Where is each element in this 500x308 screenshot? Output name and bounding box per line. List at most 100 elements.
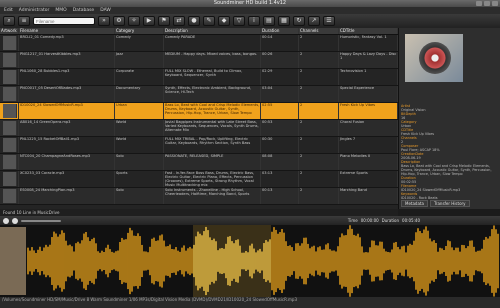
cell-cdtitle: Extreme Sports (339, 171, 398, 187)
close-button[interactable] (492, 1, 498, 6)
metadata-list: Artist Original Vision BitDepth 16 Category U… (401, 104, 497, 200)
cell-category: Solo (115, 188, 164, 204)
window-controls (476, 1, 498, 6)
chart-icon[interactable]: ▤ (263, 16, 275, 26)
table-row[interactable]: PNC0017_05 DesertOfBlades.mp3 Documentary… (0, 86, 398, 103)
info-icon[interactable]: i (248, 16, 260, 26)
export-icon[interactable]: ↗ (308, 16, 320, 26)
cell-description: MEDIUM - Happy days. Mixed voices, bass,… (164, 52, 261, 68)
album-thumb-icon (3, 87, 17, 101)
table-row[interactable]: ID10020_24 SlowedOffMusicR.mp3 Urban Bass … (0, 103, 398, 120)
play-icon[interactable]: ▶ (143, 16, 155, 26)
minimize-button[interactable] (476, 1, 482, 6)
col-description[interactable]: Description (164, 28, 261, 34)
waveform-svg[interactable] (0, 225, 500, 297)
cell-channels: 2 (299, 154, 339, 170)
time-value: 00:00:00 (360, 218, 379, 223)
table-row[interactable]: PNG1217_01 HarvestKibbles.mp3 Jazz MEDIUM … (0, 52, 398, 69)
menu-bar: Edit Administrator MMO Database DAW (0, 7, 500, 14)
list-icon[interactable]: ≡ (18, 16, 30, 26)
col-category[interactable]: Category (115, 28, 164, 34)
cell-filename: AB016_14 GreenOpera.mp3 (19, 120, 115, 136)
artwork-thumb (0, 120, 19, 136)
filter-icon[interactable]: ▽ (233, 16, 245, 26)
menu-edit[interactable]: Edit (4, 7, 13, 14)
cell-channels: 2 (299, 103, 339, 119)
cell-channels: 2 (299, 35, 339, 51)
col-duration[interactable]: Duration (261, 28, 299, 34)
cell-filename: NTC004_20 ChampagneAndRoses.mp3 (19, 154, 115, 170)
cell-cdtitle: Jingles 7 (339, 137, 398, 153)
menu-administrator[interactable]: Administrator (19, 7, 50, 14)
cell-filename: ES0008_24 MarchingPlan.mp3 (19, 188, 115, 204)
cell-filename: PNC0017_05 DesertOfBlades.mp3 (19, 86, 115, 102)
play-button[interactable] (3, 217, 9, 224)
search-input[interactable] (33, 17, 95, 25)
artwork-thumb (0, 69, 19, 85)
cell-duration: 02:29 (261, 69, 299, 85)
cell-cdtitle: Fresh Kick Up Vibes (339, 103, 398, 119)
waveform-display[interactable] (0, 225, 500, 297)
col-artwork[interactable]: Artwork (0, 28, 19, 34)
table-row[interactable]: AB016_14 GreenOpera.mp3 World Jovial Bagpi… (0, 120, 398, 137)
find-icon[interactable]: ⌕ (3, 16, 15, 26)
panel-tabs: Metadata Transfer History (401, 200, 470, 207)
col-channels[interactable]: Channels (299, 28, 339, 34)
menu-mmo[interactable]: MMO (55, 7, 66, 14)
results-table: Artwork Filename Category Description Du… (0, 28, 398, 209)
album-thumb-icon (3, 155, 17, 169)
cell-description: FULL MIX TRIBAL - Pop/Rock, Uplifting, E… (164, 137, 261, 153)
maximize-button[interactable] (484, 1, 490, 6)
tag-icon[interactable]: ◆ (218, 16, 230, 26)
cell-duration: 00:14 (261, 35, 299, 51)
artwork-thumb (0, 86, 19, 102)
waveform-thumbnail (0, 227, 26, 295)
cell-description: Synth, Effects, Electronic Ambient, Back… (164, 86, 261, 102)
menu-database[interactable]: Database (73, 7, 94, 14)
cell-cdtitle: Technovision 1 (339, 69, 398, 85)
database-icon[interactable]: ▦ (278, 16, 290, 26)
artwork-thumb (0, 137, 19, 153)
cell-duration: 08:08 (261, 154, 299, 170)
gear-icon[interactable]: ⚙ (113, 16, 125, 26)
cell-duration: 03:13 (261, 171, 299, 187)
artwork-thumb (0, 35, 19, 51)
col-cdtitle[interactable]: CDTitle (339, 28, 398, 34)
wand-icon[interactable]: ✧ (128, 16, 140, 26)
tab-transfer-history[interactable]: Transfer History (429, 200, 470, 207)
duration-label: Duration (381, 218, 400, 223)
volume-slider[interactable] (21, 219, 61, 222)
table-header: Artwork Filename Category Description Du… (0, 28, 398, 35)
transfer-icon[interactable]: ⇄ (173, 16, 185, 26)
tab-metadata[interactable]: Metadata (401, 200, 428, 207)
cell-description: PASSIONATE, RELEASED, SIMPLE (164, 154, 261, 170)
edit-icon[interactable]: ✎ (203, 16, 215, 26)
search-go-icon[interactable]: » (98, 16, 110, 26)
flag-icon[interactable]: ⚑ (158, 16, 170, 26)
sync-icon[interactable]: ↻ (293, 16, 305, 26)
cell-cdtitle: Special Experience (339, 86, 398, 102)
settings-icon[interactable]: ☰ (323, 16, 335, 26)
metadata-panel: Artist Original Vision BitDepth 16 Category U… (398, 28, 500, 209)
album-thumb-icon (3, 104, 17, 118)
table-row[interactable]: XC0233_03 Coracle.mp3 Sports Fast - In-Yer… (0, 171, 398, 188)
table-row[interactable]: ES0008_24 MarchingPlan.mp3 Solo Solo Instr… (0, 188, 398, 205)
table-row[interactable]: PNL1060_28 Bubbles1.mp3 Corporate FULL MIX… (0, 69, 398, 86)
table-row[interactable]: PNL1225_15 RocketOffBall1.mp3 World FULL M… (0, 137, 398, 154)
table-row[interactable]: NTC004_20 ChampagneAndRoses.mp3 Solo PASSI… (0, 154, 398, 171)
cell-category: Solo (115, 154, 164, 170)
cell-cdtitle: Marching Band (339, 188, 398, 204)
table-row[interactable]: BRCLI2_01 Comedy.mp3 Comedy Comedy PARADE 0… (0, 35, 398, 52)
menu-daw[interactable]: DAW (100, 7, 111, 14)
cell-duration: 03:04 (261, 86, 299, 102)
title-bar: Soundminer HD build 1.4v12 (0, 0, 500, 7)
album-thumb-icon (3, 121, 17, 135)
album-thumb-icon (3, 189, 17, 203)
found-count: Found 10 Line in MusicDrive (0, 209, 398, 216)
record-icon[interactable]: ● (188, 16, 200, 26)
stop-button[interactable] (12, 217, 18, 224)
cell-category: Comedy (115, 35, 164, 51)
cell-channels: 2 (299, 52, 339, 68)
col-filename[interactable]: Filename (19, 28, 115, 34)
cell-cdtitle: Happy Days & Lazy Days - Disc 1 (339, 52, 398, 68)
